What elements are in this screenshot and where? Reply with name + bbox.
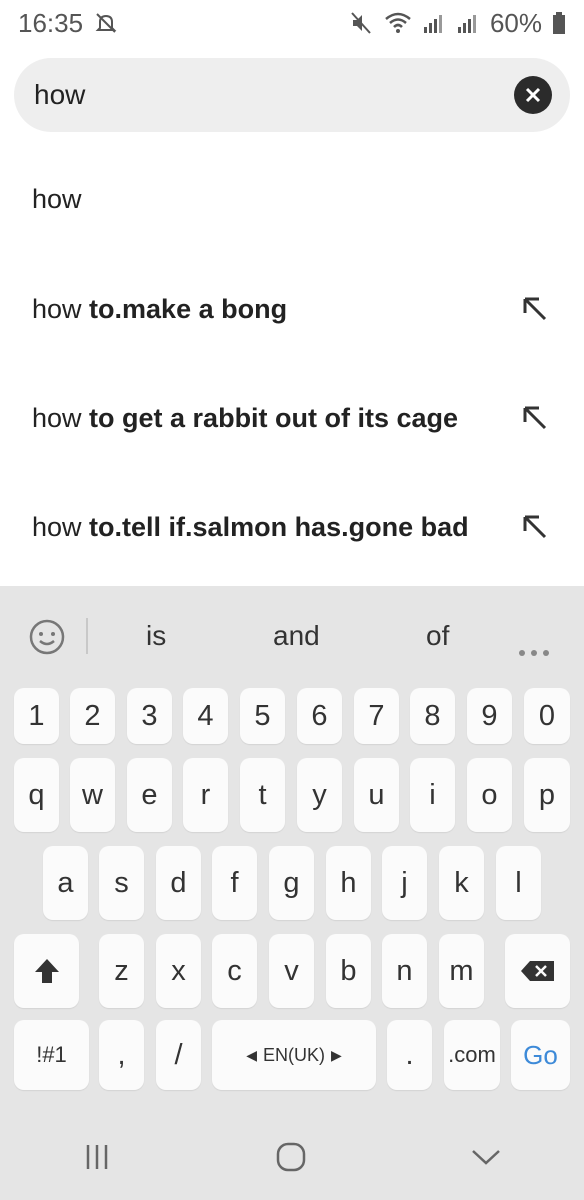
- recent-apps-button[interactable]: [82, 1142, 112, 1177]
- prediction-divider: [86, 618, 88, 654]
- clear-search-button[interactable]: [514, 76, 552, 114]
- key-2[interactable]: 2: [70, 688, 115, 744]
- key-i[interactable]: i: [410, 758, 455, 832]
- suggestion-completion: to get a rabbit out of its cage: [89, 402, 459, 433]
- suggestion-completion: to.tell if.salmon has.gone bad: [89, 511, 469, 542]
- fill-query-arrow-icon[interactable]: [518, 510, 552, 544]
- suggestion-prefix: how: [32, 293, 90, 324]
- suggestion-prefix: how: [32, 183, 82, 214]
- slash-key[interactable]: /: [156, 1020, 201, 1090]
- suggestion-item[interactable]: how: [0, 159, 584, 239]
- shift-arrow-icon: [34, 959, 59, 983]
- key-8[interactable]: 8: [410, 688, 455, 744]
- status-right: 60%: [350, 8, 566, 39]
- recents-icon: [86, 1144, 107, 1169]
- prediction-word[interactable]: is: [146, 620, 166, 652]
- key-g[interactable]: g: [269, 846, 314, 920]
- language-label: EN(UK): [263, 1044, 325, 1065]
- prediction-bar: is and of: [0, 586, 584, 686]
- notifications-off-icon: [93, 10, 119, 36]
- prediction-word[interactable]: of: [426, 620, 449, 652]
- battery-icon: [552, 11, 566, 35]
- backspace-icon: [520, 961, 554, 981]
- suggestion-text: how to get a rabbit out of its cage: [32, 403, 518, 434]
- key-6[interactable]: 6: [297, 688, 342, 744]
- go-key[interactable]: Go: [511, 1020, 570, 1090]
- chevron-down-icon: [472, 1149, 501, 1165]
- period-key[interactable]: .: [387, 1020, 432, 1090]
- prediction-word[interactable]: and: [273, 620, 320, 652]
- key-b[interactable]: b: [326, 934, 371, 1008]
- key-d[interactable]: d: [156, 846, 201, 920]
- clock: 16:35: [18, 7, 84, 38]
- key-j[interactable]: j: [382, 846, 427, 920]
- suggestion-item[interactable]: how to.tell if.salmon has.gone bad: [0, 487, 584, 567]
- expression-icon[interactable]: [26, 616, 68, 665]
- status-left: 16:35: [18, 8, 119, 39]
- key-a[interactable]: a: [43, 846, 88, 920]
- mute-icon: [350, 11, 374, 35]
- suggestion-prefix: how: [32, 402, 90, 433]
- status-bar: 16:35 60%: [0, 0, 584, 46]
- key-e[interactable]: e: [127, 758, 172, 832]
- key-1[interactable]: 1: [14, 688, 59, 744]
- key-q[interactable]: q: [14, 758, 59, 832]
- signal-icon: [456, 11, 480, 35]
- key-h[interactable]: h: [326, 846, 371, 920]
- suggestion-completion: to.make a bong: [89, 293, 288, 324]
- suggestion-item[interactable]: how to.make a bong: [0, 269, 584, 349]
- key-x[interactable]: x: [156, 934, 201, 1008]
- key-m[interactable]: m: [439, 934, 484, 1008]
- key-4[interactable]: 4: [183, 688, 228, 744]
- symbols-key[interactable]: !#1: [14, 1020, 89, 1090]
- key-n[interactable]: n: [382, 934, 427, 1008]
- key-z[interactable]: z: [99, 934, 144, 1008]
- system-nav-bar: [0, 1118, 584, 1200]
- key-r[interactable]: r: [183, 758, 228, 832]
- key-y[interactable]: y: [297, 758, 342, 832]
- home-icon: [276, 1142, 306, 1171]
- wifi-icon: [384, 11, 412, 35]
- keyboard: is and of 1 2 3 4 5 6 7 8 9 0 q w e r t …: [0, 586, 584, 1200]
- suggestion-prefix: how: [32, 511, 90, 542]
- home-button[interactable]: [275, 1141, 307, 1178]
- more-options-icon[interactable]: [518, 632, 550, 664]
- search-input[interactable]: [34, 79, 514, 111]
- key-c[interactable]: c: [212, 934, 257, 1008]
- key-9[interactable]: 9: [467, 688, 512, 744]
- language-next-icon: ▶: [331, 1046, 342, 1063]
- backspace-key[interactable]: [505, 934, 570, 1008]
- key-u[interactable]: u: [354, 758, 399, 832]
- battery-percent: 60%: [489, 7, 542, 38]
- key-5[interactable]: 5: [240, 688, 285, 744]
- key-0[interactable]: 0: [524, 688, 570, 744]
- key-3[interactable]: 3: [127, 688, 172, 744]
- close-icon: [525, 87, 541, 103]
- shift-key[interactable]: [14, 934, 79, 1008]
- key-s[interactable]: s: [99, 846, 144, 920]
- key-f[interactable]: f: [212, 846, 257, 920]
- key-k[interactable]: k: [439, 846, 484, 920]
- suggestion-item[interactable]: how to get a rabbit out of its cage: [0, 378, 584, 458]
- suggestion-text: how to.tell if.salmon has.gone bad: [32, 512, 518, 543]
- fill-query-arrow-icon[interactable]: [518, 292, 552, 326]
- dotcom-key[interactable]: .com: [444, 1020, 500, 1090]
- key-w[interactable]: w: [70, 758, 115, 832]
- key-7[interactable]: 7: [354, 688, 399, 744]
- suggestion-text: how to.make a bong: [32, 294, 518, 325]
- key-p[interactable]: p: [524, 758, 570, 832]
- comma-key[interactable]: ,: [99, 1020, 144, 1090]
- key-o[interactable]: o: [467, 758, 512, 832]
- search-bar[interactable]: [14, 58, 570, 132]
- key-t[interactable]: t: [240, 758, 285, 832]
- suggestion-text: how: [32, 184, 552, 215]
- fill-query-arrow-icon[interactable]: [518, 401, 552, 435]
- space-bar-language-key[interactable]: ◀ EN(UK) ▶: [212, 1020, 376, 1090]
- signal-roaming-icon: [422, 11, 446, 35]
- key-l[interactable]: l: [496, 846, 541, 920]
- key-v[interactable]: v: [269, 934, 314, 1008]
- language-prev-icon: ◀: [246, 1046, 257, 1063]
- back-button[interactable]: [470, 1147, 502, 1172]
